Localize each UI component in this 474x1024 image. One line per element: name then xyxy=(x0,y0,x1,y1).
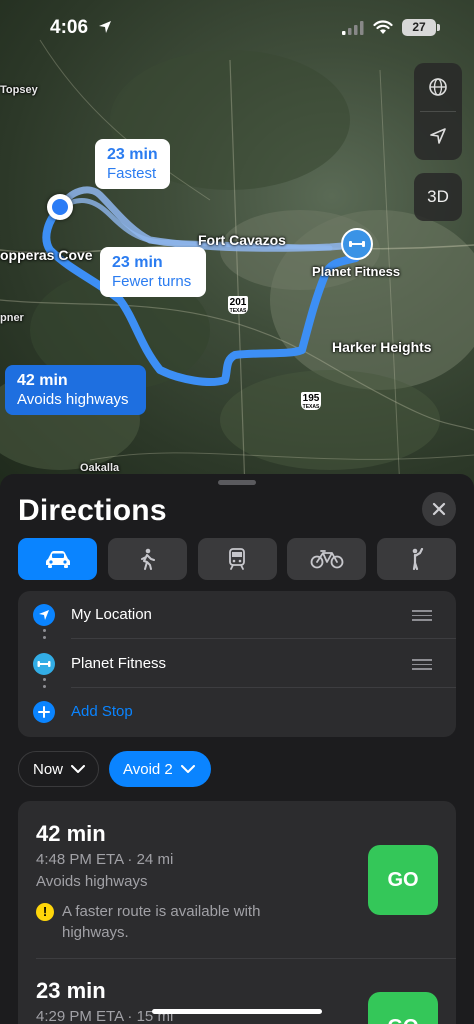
track-location-button[interactable] xyxy=(414,112,462,160)
route-options-list: 42 min 4:48 PM ETA · 24 mi Avoids highwa… xyxy=(18,801,456,1024)
route-stops-list: My Location Planet Fitness Add Stop xyxy=(18,591,456,737)
route-warning-text: A faster route is available with highway… xyxy=(62,903,261,941)
status-bar: 4:06 27 xyxy=(0,0,474,54)
stop-origin-label: My Location xyxy=(71,606,152,623)
route-eta-distance: 4:48 PM ETA · 24 mi xyxy=(36,851,174,868)
cellular-signal-icon xyxy=(342,20,364,35)
sheet-title: Directions xyxy=(18,494,167,527)
map-label-topsey: Topsey xyxy=(0,84,38,96)
status-time: 4:06 xyxy=(50,17,89,38)
reorder-handle-icon[interactable] xyxy=(412,659,432,673)
3d-button[interactable]: 3D xyxy=(414,173,462,221)
transport-mode-selector xyxy=(18,538,456,580)
map-label-kempner: pner xyxy=(0,312,24,324)
avoid-options-button[interactable]: Avoid 2 xyxy=(109,751,211,787)
wifi-icon xyxy=(373,20,393,34)
reorder-handle-icon[interactable] xyxy=(412,610,432,624)
location-arrow-icon xyxy=(430,128,446,144)
battery-indicator: 27 xyxy=(402,19,440,36)
route-callout-avoids-highways[interactable]: 42 min Avoids highways xyxy=(5,365,146,415)
map-controls xyxy=(414,63,462,160)
go-button[interactable]: GO xyxy=(368,992,438,1024)
add-stop-label: Add Stop xyxy=(71,703,133,720)
warning-icon: ! xyxy=(36,903,54,921)
close-icon xyxy=(432,502,446,516)
chevron-down-icon xyxy=(71,764,86,773)
go-button[interactable]: GO xyxy=(368,845,438,915)
current-location-marker xyxy=(47,194,73,220)
sheet-grabber[interactable] xyxy=(218,480,256,485)
dumbbell-icon xyxy=(349,241,365,247)
map-label-planet-fitness[interactable]: Planet Fitness xyxy=(312,264,400,279)
route-note: Avoids highways xyxy=(36,873,148,890)
departure-time-label: Now xyxy=(33,760,64,778)
route-callout-fastest[interactable]: 23 min Fastest xyxy=(95,139,170,189)
close-button[interactable] xyxy=(422,492,456,526)
departure-time-button[interactable]: Now xyxy=(18,751,99,787)
add-icon xyxy=(33,701,55,723)
mode-cycle[interactable] xyxy=(287,538,367,580)
location-arrow-icon xyxy=(39,610,49,620)
rideshare-icon xyxy=(412,548,423,570)
route-option[interactable]: 42 min 4:48 PM ETA · 24 mi Avoids highwa… xyxy=(18,801,456,958)
map-mode-button[interactable] xyxy=(414,63,462,111)
bike-icon xyxy=(310,550,344,569)
route-duration: 23 min xyxy=(36,978,106,1003)
directions-sheet: Directions My Location Planet Fitness Ad… xyxy=(0,474,474,1024)
destination-marker xyxy=(33,653,55,675)
origin-marker xyxy=(33,604,55,626)
route-option[interactable]: 23 min 4:29 PM ETA · 15 mi GO xyxy=(18,958,456,1024)
home-indicator[interactable] xyxy=(152,1009,322,1014)
mode-drive[interactable] xyxy=(18,538,97,580)
highway-195-shield: 195 TEXAS xyxy=(301,392,321,410)
transit-icon xyxy=(229,548,245,570)
mode-transit[interactable] xyxy=(197,538,277,580)
mode-walk[interactable] xyxy=(107,538,187,580)
map-label-harker-heights: Harker Heights xyxy=(332,339,432,355)
map-label-copperas-cove: opperas Cove xyxy=(0,247,93,263)
dumbbell-icon xyxy=(37,661,51,667)
car-icon xyxy=(45,551,70,568)
map-view[interactable]: Topsey opperas Cove Fort Cavazos Harker … xyxy=(0,0,474,490)
stop-destination-label: Planet Fitness xyxy=(71,655,167,672)
stop-destination[interactable]: Planet Fitness xyxy=(18,640,456,688)
chevron-down-icon xyxy=(180,764,195,773)
map-label-oakalla: Oakalla xyxy=(80,462,120,474)
mode-rideshare[interactable] xyxy=(377,538,456,580)
avoid-options-label: Avoid 2 xyxy=(123,760,173,778)
map-label-fort-cavazos: Fort Cavazos xyxy=(198,232,286,248)
route-warning: ! A faster route is available with highw… xyxy=(36,901,296,943)
destination-pin[interactable] xyxy=(341,228,373,260)
add-stop-button[interactable]: Add Stop xyxy=(18,688,456,736)
highway-201-shield: 201 TEXAS xyxy=(228,296,248,314)
walk-icon xyxy=(141,548,156,570)
stop-origin[interactable]: My Location xyxy=(18,591,456,639)
globe-icon xyxy=(429,78,447,96)
location-services-icon xyxy=(99,21,111,33)
route-duration: 42 min xyxy=(36,821,106,846)
route-callout-fewer-turns[interactable]: 23 min Fewer turns xyxy=(100,247,206,297)
